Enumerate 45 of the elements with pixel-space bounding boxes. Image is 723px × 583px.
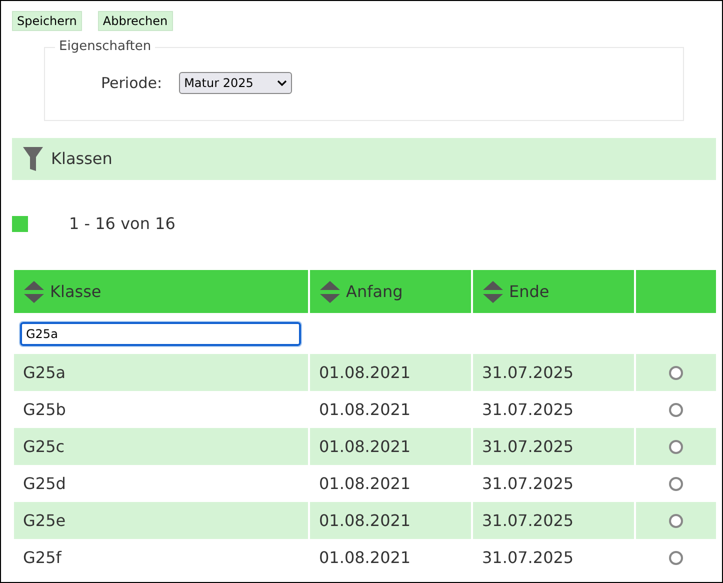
- row-radio[interactable]: [669, 440, 683, 454]
- table-cell-text: 01.08.2021: [318, 472, 412, 494]
- field-label: Periode:: [101, 73, 162, 94]
- column-header[interactable]: Klasse: [14, 270, 308, 313]
- header-label: Ende: [509, 280, 550, 302]
- column-header[interactable]: Ende: [473, 270, 634, 313]
- table-cell-text: 01.08.2021: [318, 546, 412, 568]
- sort-icon: [320, 280, 340, 302]
- filter-icon: [23, 147, 43, 171]
- table-cell-text: G25b: [22, 398, 67, 420]
- table-cell: G25c: [14, 428, 308, 465]
- table-cell: 31.07.2025: [473, 354, 634, 391]
- row-radio[interactable]: [669, 402, 683, 416]
- legend-square: [12, 216, 28, 232]
- table-cell-text: 31.07.2025: [481, 398, 575, 420]
- table-cell-text: G25d: [22, 472, 67, 494]
- row-radio[interactable]: [669, 550, 683, 564]
- table-cell-text: G25f: [22, 546, 63, 568]
- header-label: Anfang: [346, 280, 403, 302]
- sort-icon: [24, 280, 44, 302]
- table-cell: 31.07.2025: [473, 502, 634, 539]
- period-select[interactable]: Matur 2025: [179, 72, 292, 94]
- table-cell-text: 31.07.2025: [481, 546, 575, 568]
- row-radio[interactable]: [669, 514, 683, 528]
- filter-field[interactable]: G25a: [20, 322, 301, 346]
- table-cell: 01.08.2021: [310, 502, 471, 539]
- pager-text: 1 - 16 von 16: [69, 213, 176, 235]
- table-cell: G25a: [14, 354, 308, 391]
- row-radio[interactable]: [669, 476, 683, 490]
- table-cell: 01.08.2021: [310, 428, 471, 465]
- table-cell: G25e: [14, 502, 308, 539]
- chevron-icon: [277, 80, 288, 87]
- header-label: Klasse: [50, 280, 102, 302]
- filter-bar[interactable]: Klassen: [12, 138, 716, 180]
- cancel-button[interactable]: Abbrechen: [98, 11, 173, 31]
- row-radio[interactable]: [669, 366, 683, 380]
- table-cell-text: 31.07.2025: [481, 472, 575, 494]
- table-cell-text: 01.08.2021: [318, 398, 412, 420]
- save-button[interactable]: Speichern: [12, 11, 82, 31]
- column-header[interactable]: Anfang: [310, 270, 471, 313]
- table-cell: 01.08.2021: [310, 354, 471, 391]
- group-legend: Eigenschaften: [55, 39, 156, 55]
- table-cell: 31.07.2025: [473, 428, 634, 465]
- sort-icon: [483, 280, 503, 302]
- section-title: Klassen: [51, 148, 112, 170]
